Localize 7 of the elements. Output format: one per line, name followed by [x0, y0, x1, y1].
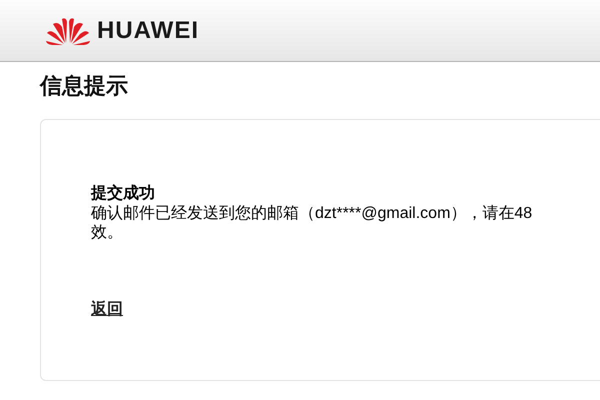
back-link[interactable]: 返回 — [91, 300, 123, 320]
logo-icon — [45, 16, 91, 44]
page-title: 信息提示 — [40, 72, 128, 100]
brand-name: HUAWEI — [97, 16, 199, 46]
message-heading: 提交成功 — [91, 184, 155, 204]
message-text: 确认邮件已经发送到您的邮箱（dzt****@gmail.com），请在48 — [91, 204, 532, 223]
message-text: 效。 — [91, 223, 123, 242]
